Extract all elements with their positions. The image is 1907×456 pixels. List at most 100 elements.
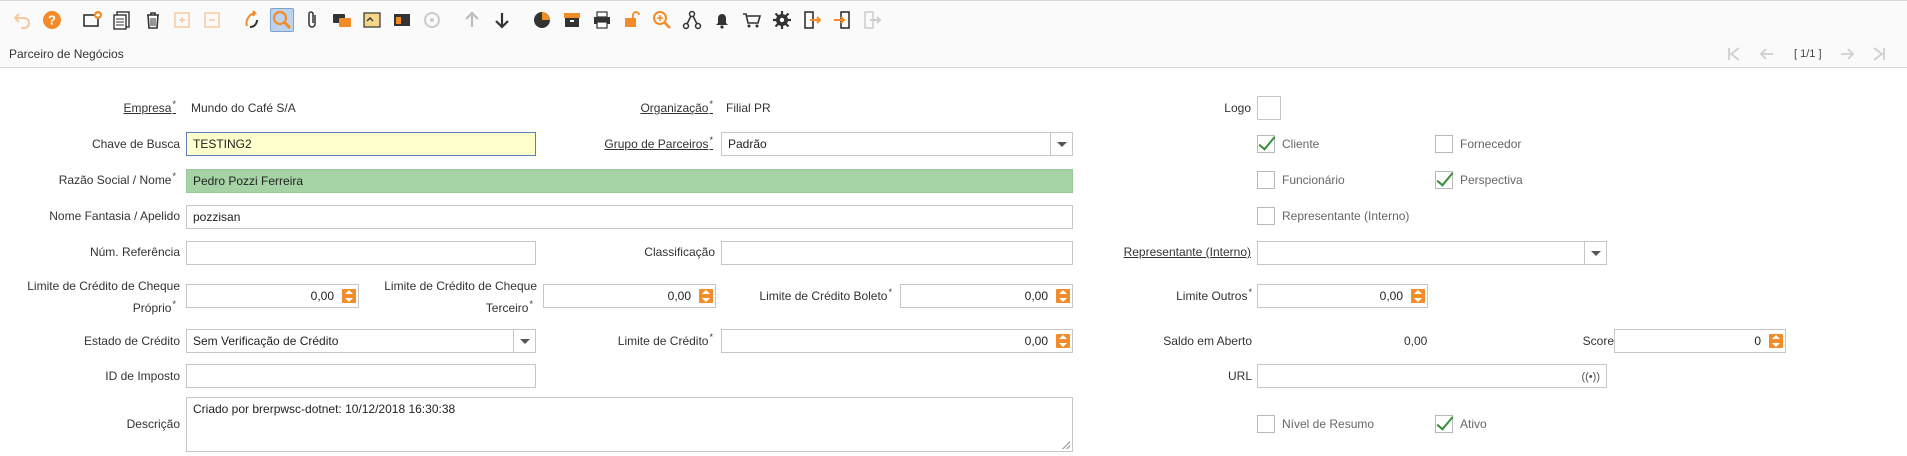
resize-grip-icon[interactable]	[1062, 441, 1070, 449]
empresa-value: Mundo do Café S/A	[191, 101, 296, 115]
fornecedor-checkbox[interactable]	[1435, 135, 1453, 153]
score-input[interactable]: 0	[1614, 329, 1786, 353]
representante-interno-cb-label: Representante (Interno)	[1282, 209, 1410, 223]
descricao-textarea[interactable]: Criado por brerpwsc-dotnet: 10/12/2018 1…	[186, 397, 1073, 452]
note-icon[interactable]	[360, 8, 384, 32]
chat-icon[interactable]	[330, 8, 354, 32]
zoom-across-icon[interactable]	[650, 8, 674, 32]
classificacao-label: Classificação	[644, 245, 715, 259]
lim-cheque-proprio-label-line2: Próprio	[133, 301, 176, 316]
nome-fantasia-text: pozzisan	[193, 210, 241, 224]
lim-cheque-terceiro-input[interactable]: 0,00	[543, 284, 716, 308]
workflow-icon[interactable]	[680, 8, 704, 32]
lim-cheque-terceiro-label-line2: Terceiro	[486, 301, 533, 316]
descricao-text: Criado por brerpwsc-dotnet: 10/12/2018 1…	[193, 402, 456, 416]
print-icon[interactable]	[590, 8, 614, 32]
attachment-icon[interactable]	[300, 8, 324, 32]
import-icon[interactable]	[830, 8, 854, 32]
url-input[interactable]: ((•))	[1257, 364, 1607, 388]
calculator-icon[interactable]	[699, 289, 713, 303]
cliente-checkbox[interactable]	[1257, 135, 1275, 153]
detail-record-icon[interactable]	[490, 8, 514, 32]
descricao-label: Descrição	[126, 417, 180, 431]
export-icon[interactable]	[800, 8, 824, 32]
save-icon[interactable]	[170, 8, 194, 32]
history-icon[interactable]	[420, 8, 444, 32]
first-record-icon[interactable]	[1725, 45, 1743, 63]
chave-busca-text: TESTING2	[193, 137, 252, 151]
funcionario-checkbox[interactable]	[1257, 171, 1275, 189]
find-icon[interactable]	[270, 8, 294, 32]
lock-icon[interactable]	[620, 8, 644, 32]
id-imposto-input[interactable]	[186, 364, 536, 388]
grid-toggle-icon[interactable]	[390, 8, 414, 32]
chevron-down-icon[interactable]	[513, 330, 535, 352]
representante-select[interactable]	[1257, 241, 1607, 265]
nivel-resumo-checkbox[interactable]	[1257, 415, 1275, 433]
lim-credito-input[interactable]: 0,00	[721, 329, 1073, 353]
svg-text:?: ?	[48, 13, 56, 28]
lim-outros-label: Limite Outros	[1176, 289, 1252, 304]
razao-social-input[interactable]: Pedro Pozzi Ferreira	[186, 169, 1073, 193]
chave-busca-input[interactable]: TESTING2	[186, 132, 536, 156]
score-label: Score	[1582, 334, 1614, 348]
estado-credito-select[interactable]: Sem Verificação de Crédito	[186, 329, 536, 353]
chevron-down-icon[interactable]	[1050, 133, 1072, 155]
undo-icon[interactable]	[10, 8, 34, 32]
product-info-icon[interactable]	[740, 8, 764, 32]
chevron-down-icon[interactable]	[1584, 242, 1606, 264]
archive-icon[interactable]	[560, 8, 584, 32]
calculator-icon[interactable]	[1411, 289, 1425, 303]
estado-credito-value: Sem Verificação de Crédito	[193, 334, 339, 348]
lim-boleto-label: Limite de Crédito Boleto	[759, 289, 892, 304]
perspectiva-label: Perspectiva	[1460, 173, 1523, 187]
perspectiva-checkbox[interactable]	[1435, 171, 1453, 189]
alert-icon[interactable]	[710, 8, 734, 32]
refresh-icon[interactable]	[240, 8, 264, 32]
lim-boleto-value: 0,00	[1024, 289, 1048, 303]
lim-cheque-proprio-input[interactable]: 0,00	[186, 284, 359, 308]
razao-social-text: Pedro Pozzi Ferreira	[193, 174, 304, 188]
lim-outros-input[interactable]: 0,00	[1257, 284, 1428, 308]
calculator-icon[interactable]	[1056, 289, 1070, 303]
settings-icon[interactable]	[770, 8, 794, 32]
empresa-label: Empresa	[123, 101, 176, 116]
calculator-icon[interactable]	[1056, 334, 1070, 348]
logo-image-field[interactable]	[1257, 96, 1281, 120]
next-record-icon[interactable]	[1838, 45, 1856, 63]
lim-boleto-input[interactable]: 0,00	[900, 284, 1073, 308]
representante-interno-checkbox[interactable]	[1257, 207, 1275, 225]
lim-cheque-proprio-label-line1: Limite de Crédito de Cheque	[27, 279, 180, 293]
representante-label: Representante (Interno)	[1123, 245, 1251, 259]
num-referencia-input[interactable]	[186, 241, 536, 265]
chart-icon[interactable]	[530, 8, 554, 32]
nome-fantasia-label: Nome Fantasia / Apelido	[49, 209, 180, 223]
calculator-icon[interactable]	[342, 289, 356, 303]
estado-credito-label: Estado de Crédito	[83, 334, 180, 348]
lim-cheque-terceiro-label-line1: Limite de Crédito de Cheque	[384, 279, 537, 293]
grupo-parceiros-select[interactable]: Padrão	[721, 132, 1073, 156]
last-record-icon[interactable]	[1870, 45, 1888, 63]
organizacao-label: Organização	[640, 101, 713, 116]
ativo-checkbox[interactable]	[1435, 415, 1453, 433]
score-value: 0	[1754, 334, 1761, 348]
grupo-parceiros-value: Padrão	[728, 137, 767, 151]
classificacao-input[interactable]	[721, 241, 1073, 265]
new-record-icon[interactable]	[80, 8, 104, 32]
lim-credito-label: Limite de Crédito	[618, 334, 713, 349]
business-partner-form: Empresa Mundo do Café S/A Organização Fi…	[0, 68, 1907, 456]
logo-label: Logo	[1224, 101, 1251, 115]
delete-icon[interactable]	[141, 8, 165, 32]
page-title: Parceiro de Negócios	[9, 47, 124, 61]
nome-fantasia-input[interactable]: pozzisan	[186, 205, 1073, 229]
calculator-icon[interactable]	[1769, 334, 1783, 348]
parent-record-icon[interactable]	[460, 8, 484, 32]
url-label: URL	[1227, 369, 1252, 383]
ignore-icon[interactable]	[200, 8, 224, 32]
nivel-resumo-label: Nível de Resumo	[1282, 417, 1375, 431]
open-url-icon[interactable]: ((•))	[1581, 370, 1600, 384]
exit-icon[interactable]	[860, 8, 884, 32]
copy-record-icon[interactable]	[110, 8, 134, 32]
previous-record-icon[interactable]	[1758, 45, 1776, 63]
help-icon[interactable]: ?	[40, 8, 64, 32]
